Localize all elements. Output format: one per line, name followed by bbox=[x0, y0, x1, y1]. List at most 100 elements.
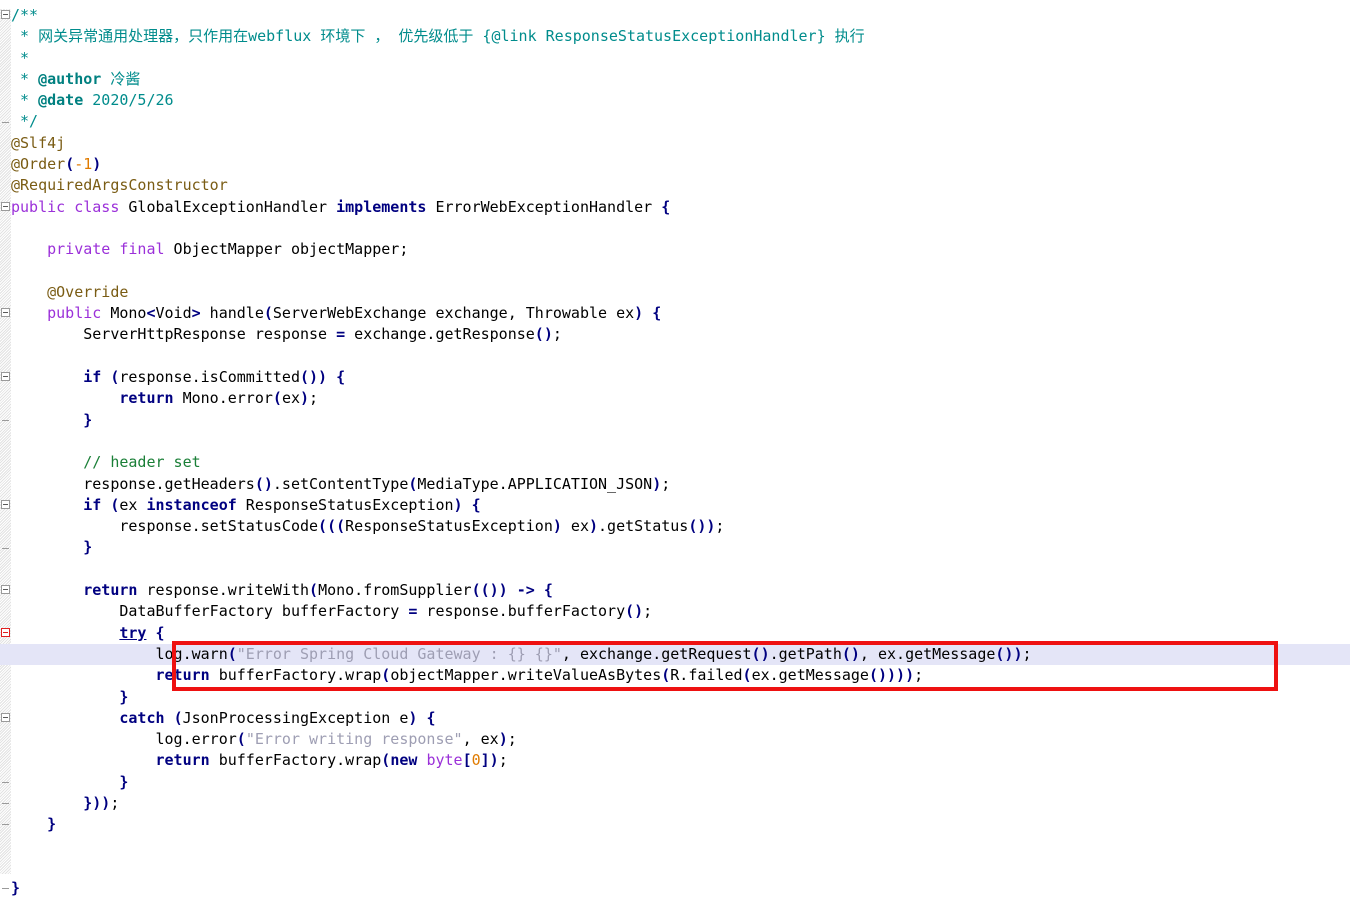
code-token: ()) bbox=[995, 644, 1023, 663]
code-token: (()) bbox=[471, 581, 508, 600]
code-line[interactable]: response.getHeaders().setContentType(Med… bbox=[0, 474, 1350, 495]
code-token: = bbox=[336, 325, 346, 344]
code-line[interactable]: public class GlobalExceptionHandler impl… bbox=[0, 197, 1350, 218]
code-line[interactable]: ServerHttpResponse response = exchange.g… bbox=[0, 324, 1350, 345]
code-line[interactable]: * @date 2020/5/26 bbox=[0, 90, 1350, 111]
code-token: ( bbox=[236, 730, 246, 749]
code-token: public class bbox=[11, 197, 120, 216]
code-line[interactable]: return bufferFactory.wrap(new byte[0]); bbox=[0, 750, 1350, 771]
code-token: @Override bbox=[11, 282, 129, 301]
code-token: @date bbox=[38, 91, 84, 110]
code-token: ResponseStatusException bbox=[345, 517, 553, 536]
code-line[interactable]: * 网关异常通用处理器，只作用在webflux 环境下 ， 优先级低于 {@li… bbox=[0, 26, 1350, 47]
code-token: () bbox=[254, 474, 273, 493]
code-token: , ex bbox=[462, 730, 499, 749]
code-line[interactable]: } bbox=[0, 687, 1350, 708]
code-line[interactable]: * bbox=[0, 48, 1350, 69]
code-line[interactable]: } bbox=[0, 537, 1350, 558]
code-token: ) bbox=[588, 517, 599, 536]
code-token: ; bbox=[661, 474, 671, 493]
code-line[interactable] bbox=[0, 431, 1350, 452]
code-line[interactable]: log.warn("Error Spring Cloud Gateway : {… bbox=[0, 643, 1350, 666]
code-token: GlobalExceptionHandler bbox=[119, 197, 337, 216]
code-token: "Error writing response" bbox=[245, 730, 463, 749]
code-token: return bbox=[83, 581, 138, 600]
code-line[interactable]: })); bbox=[0, 793, 1350, 814]
code-token: ( bbox=[227, 644, 237, 663]
code-token: ) bbox=[300, 389, 310, 408]
code-line[interactable]: * @author 冷酱 bbox=[0, 69, 1350, 90]
code-line[interactable]: */ bbox=[0, 111, 1350, 132]
code-token: ((( bbox=[318, 517, 346, 536]
code-line[interactable]: } bbox=[0, 878, 1350, 899]
code-line[interactable]: return bufferFactory.wrap(objectMapper.w… bbox=[0, 665, 1350, 686]
code-token: catch bbox=[119, 708, 165, 727]
code-line[interactable] bbox=[0, 346, 1350, 367]
code-line[interactable]: @Override bbox=[0, 282, 1350, 303]
code-line[interactable]: @RequiredArgsConstructor bbox=[0, 175, 1350, 196]
code-token: } bbox=[11, 879, 21, 898]
code-line[interactable]: response.setStatusCode(((ResponseStatusE… bbox=[0, 516, 1350, 537]
code-token: bufferFactory.wrap bbox=[209, 751, 382, 770]
code-line[interactable] bbox=[0, 218, 1350, 239]
code-line[interactable]: log.error("Error writing response", ex); bbox=[0, 729, 1350, 750]
code-line[interactable]: try { bbox=[0, 623, 1350, 644]
code-token: ; bbox=[552, 325, 562, 344]
code-line[interactable]: } bbox=[0, 814, 1350, 835]
code-token: implements bbox=[336, 197, 427, 216]
code-line[interactable]: if (response.isCommitted()) { bbox=[0, 367, 1350, 388]
code-token: Mono bbox=[101, 304, 147, 323]
code-token: ; bbox=[715, 517, 725, 536]
code-line[interactable]: DataBufferFactory bufferFactory = respon… bbox=[0, 601, 1350, 622]
code-line[interactable]: // header set bbox=[0, 452, 1350, 473]
code-token: try bbox=[119, 623, 147, 642]
code-line[interactable]: private final ObjectMapper objectMapper; bbox=[0, 239, 1350, 260]
code-line[interactable]: return Mono.error(ex); bbox=[0, 388, 1350, 409]
code-line[interactable] bbox=[0, 559, 1350, 580]
code-token: 0 bbox=[471, 751, 481, 770]
code-token: response.setStatusCode bbox=[11, 517, 319, 536]
code-token: ( bbox=[65, 155, 75, 174]
code-line[interactable]: @Order(-1) bbox=[0, 154, 1350, 175]
code-token: -> bbox=[516, 581, 535, 600]
code-line[interactable]: return response.writeWith(Mono.fromSuppl… bbox=[0, 580, 1350, 601]
code-line[interactable] bbox=[0, 836, 1350, 857]
code-token: ) bbox=[92, 155, 102, 174]
code-line[interactable]: catch (JsonProcessingException e) { bbox=[0, 708, 1350, 729]
code-line[interactable]: } bbox=[0, 410, 1350, 431]
code-editor[interactable]: /** * 网关异常通用处理器，只作用在webflux 环境下 ， 优先级低于 … bbox=[0, 0, 1350, 897]
code-token: ex.getMessage bbox=[751, 666, 869, 685]
code-content[interactable]: /** * 网关异常通用处理器，只作用在webflux 环境下 ， 优先级低于 … bbox=[0, 0, 1350, 897]
code-token: ; bbox=[110, 793, 120, 812]
code-token: ; bbox=[914, 666, 924, 685]
code-token: public bbox=[47, 304, 102, 323]
code-token: * bbox=[11, 91, 39, 110]
code-token: ObjectMapper objectMapper; bbox=[164, 240, 409, 259]
code-line[interactable]: } bbox=[0, 772, 1350, 793]
code-token: MediaType.APPLICATION_JSON bbox=[417, 474, 653, 493]
code-line[interactable]: if (ex instanceof ResponseStatusExceptio… bbox=[0, 495, 1350, 516]
code-line[interactable]: @Slf4j bbox=[0, 133, 1350, 154]
code-line[interactable] bbox=[0, 261, 1350, 282]
code-token: ) bbox=[634, 304, 644, 323]
code-line[interactable]: public Mono<Void> handle(ServerWebExchan… bbox=[0, 303, 1350, 324]
code-token: ResponseStatusException bbox=[236, 495, 454, 514]
code-token: [ bbox=[462, 751, 472, 770]
code-token: private final bbox=[47, 240, 165, 259]
code-token: return bbox=[119, 389, 174, 408]
code-token: } bbox=[83, 410, 93, 429]
code-line[interactable]: /** bbox=[0, 5, 1350, 26]
code-line[interactable] bbox=[0, 857, 1350, 878]
code-token: /** bbox=[11, 6, 39, 24]
code-token: ( bbox=[272, 389, 282, 408]
code-token: ; bbox=[643, 602, 653, 621]
code-token: ( bbox=[381, 751, 391, 770]
